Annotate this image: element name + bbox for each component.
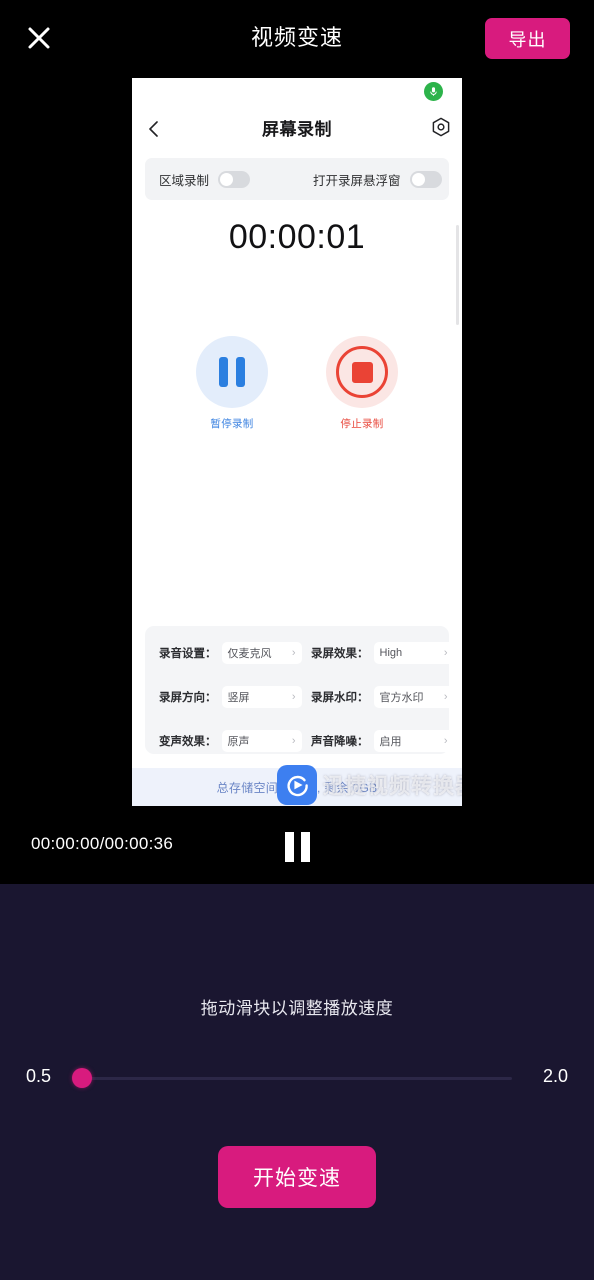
setting-value: High xyxy=(379,647,403,659)
storage-info-bar: 总存储空间108GB, 剩余 0GB xyxy=(132,768,462,806)
stop-recording-label: 停止录制 xyxy=(340,418,384,430)
pause-icon xyxy=(196,336,268,408)
settings-row: 录屏方向： 竖屏 › 录屏水印： 官方水印 › xyxy=(145,682,454,712)
settings-row: 变声效果： 原声 › 声音降噪： 启用 › xyxy=(145,726,454,756)
setting-value: 官方水印 xyxy=(379,692,424,704)
setting-key: 录音设置： xyxy=(159,648,217,660)
pause-icon xyxy=(300,832,310,862)
export-button[interactable]: 导出 xyxy=(485,18,570,59)
setting-value: 竖屏 xyxy=(227,692,250,704)
setting-value-button[interactable]: High › xyxy=(373,642,454,664)
recorder-toggle-card: 区域录制 打开录屏悬浮窗 xyxy=(145,158,449,200)
setting-noise-reduction[interactable]: 声音降噪： 启用 › xyxy=(297,730,454,752)
switch-area-recording[interactable] xyxy=(218,170,251,188)
recorder-header: 屏幕录制 xyxy=(132,108,462,150)
setting-key: 录屏效果： xyxy=(311,648,369,660)
setting-value-button[interactable]: 官方水印 › xyxy=(373,686,454,708)
preview-scrollbar[interactable] xyxy=(456,225,459,325)
toggle-label-float-window: 打开录屏悬浮窗 xyxy=(313,173,401,188)
speed-hint-text: 拖动滑块以调整播放速度 xyxy=(200,999,394,1018)
playback-bar: 00:00:00/00:00:36 xyxy=(0,806,594,884)
switch-knob xyxy=(411,172,425,186)
setting-watermark[interactable]: 录屏水印： 官方水印 › xyxy=(297,686,454,708)
chevron-right-icon: › xyxy=(443,647,448,659)
speed-panel: 拖动滑块以调整播放速度 0.5 2.0 xyxy=(0,884,594,1280)
top-bar: 视频变速 导出 xyxy=(0,0,594,78)
slider-max-label: 2.0 xyxy=(542,1066,568,1086)
chevron-right-icon: › xyxy=(291,647,296,659)
chevron-right-icon: › xyxy=(291,735,296,747)
storage-text: 总存储空间108GB, 剩余 0GB xyxy=(216,780,378,795)
settings-row: 录音设置： 仅麦克风 › 录屏效果： High › xyxy=(145,638,454,668)
speed-slider-row: 0.5 2.0 xyxy=(0,1062,594,1094)
setting-voice-effect[interactable]: 变声效果： 原声 › xyxy=(145,730,302,752)
toggle-float-window[interactable]: 打开录屏悬浮窗 xyxy=(313,158,442,200)
setting-value: 仅麦克风 xyxy=(227,648,272,660)
start-speed-change-button[interactable]: 开始变速 xyxy=(218,1146,376,1208)
setting-key: 录屏水印： xyxy=(311,692,369,704)
gear-icon[interactable] xyxy=(430,116,452,138)
speed-slider-thumb[interactable] xyxy=(72,1068,92,1088)
recorder-settings-card: 录音设置： 仅麦克风 › 录屏效果： High › 录屏方向： 竖屏 › 录屏水… xyxy=(145,626,454,756)
recorder-title: 屏幕录制 xyxy=(262,120,332,139)
pause-recording-button[interactable]: 暂停录制 xyxy=(182,336,282,431)
switch-knob xyxy=(220,172,234,186)
video-preview[interactable]: 屏幕录制 区域录制 打开录屏悬浮窗 00:00:01 暂停录制 停止录制 录音设… xyxy=(132,78,462,806)
setting-key: 声音降噪： xyxy=(311,736,369,748)
recording-timer: 00:00:01 xyxy=(228,218,366,256)
setting-value-button[interactable]: 竖屏 › xyxy=(221,686,302,708)
pause-recording-label: 暂停录制 xyxy=(210,418,254,430)
recorder-controls: 暂停录制 停止录制 xyxy=(132,336,462,431)
playback-time: 00:00:00/00:00:36 xyxy=(31,834,174,853)
setting-value: 原声 xyxy=(227,736,250,748)
toggle-area-recording[interactable]: 区域录制 xyxy=(159,158,251,200)
chevron-right-icon: › xyxy=(291,691,296,703)
setting-key: 录屏方向： xyxy=(159,692,217,704)
microphone-icon xyxy=(424,82,443,101)
setting-value-button[interactable]: 原声 › xyxy=(221,730,302,752)
setting-key: 变声效果： xyxy=(159,736,217,748)
setting-quality[interactable]: 录屏效果： High › xyxy=(297,642,454,664)
setting-value: 启用 xyxy=(379,736,402,748)
pause-icon xyxy=(284,832,294,862)
toggle-label-area-recording: 区域录制 xyxy=(159,173,210,188)
video-speed-editor-screen: 视频变速 导出 屏幕录制 区域录制 打开录屏悬浮窗 00:00:01 暂停录制 … xyxy=(0,0,594,1280)
slider-min-label: 0.5 xyxy=(26,1066,52,1086)
switch-float-window[interactable] xyxy=(409,170,442,188)
chevron-right-icon: › xyxy=(443,735,448,747)
setting-orientation[interactable]: 录屏方向： 竖屏 › xyxy=(145,686,302,708)
setting-value-button[interactable]: 仅麦克风 › xyxy=(221,642,302,664)
playback-pause-button[interactable] xyxy=(282,832,312,862)
chevron-right-icon: › xyxy=(443,691,448,703)
speed-slider-track[interactable] xyxy=(82,1077,512,1080)
setting-value-button[interactable]: 启用 › xyxy=(373,730,454,752)
setting-audio-source[interactable]: 录音设置： 仅麦克风 › xyxy=(145,642,302,664)
stop-recording-button[interactable]: 停止录制 xyxy=(312,336,412,431)
stop-icon xyxy=(326,336,398,408)
